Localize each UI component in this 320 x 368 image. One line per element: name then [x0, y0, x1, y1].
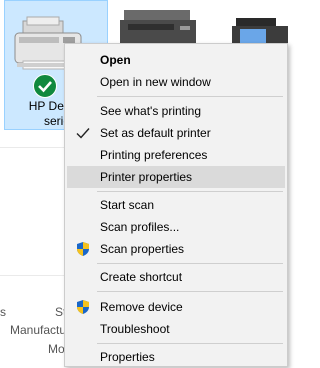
menu-item-set-as-default-printer[interactable]: Set as default printer	[67, 122, 285, 144]
menu-item-label: Properties	[100, 350, 155, 364]
menu-separator	[97, 291, 283, 292]
default-printer-check-icon	[33, 74, 57, 98]
menu-item-label: Scan profiles...	[100, 220, 180, 234]
menu-item-label: Printing preferences	[100, 148, 208, 162]
uac-shield-icon	[77, 242, 89, 256]
menu-separator	[97, 96, 283, 97]
laser-printer-icon[interactable]	[118, 8, 198, 48]
menu-item-start-scan[interactable]: Start scan	[67, 194, 285, 216]
menu-item-label: Open in new window	[100, 75, 211, 89]
menu-item-create-shortcut[interactable]: Create shortcut	[67, 266, 285, 288]
menu-item-label: Troubleshoot	[100, 322, 170, 336]
menu-separator	[97, 191, 283, 192]
menu-item-troubleshoot[interactable]: Troubleshoot	[67, 318, 285, 340]
menu-item-scan-properties[interactable]: Scan properties	[67, 238, 285, 260]
menu-item-properties[interactable]: Properties	[67, 346, 285, 368]
menu-item-label: Scan properties	[100, 242, 185, 256]
menu-separator	[97, 343, 283, 344]
menu-item-remove-device[interactable]: Remove device	[67, 296, 285, 318]
uac-shield-icon	[77, 300, 89, 314]
menu-item-label: Start scan	[100, 198, 155, 212]
menu-item-label: Remove device	[100, 300, 183, 314]
menu-item-printing-preferences[interactable]: Printing preferences	[67, 144, 285, 166]
details-fragment-manufacturer: Manufactu	[10, 323, 67, 337]
menu-item-see-whats-printing[interactable]: See what's printing	[67, 100, 285, 122]
menu-item-label: Printer properties	[100, 170, 193, 184]
menu-item-open[interactable]: Open	[67, 49, 285, 71]
menu-item-label: See what's printing	[100, 104, 202, 118]
menu-item-printer-properties[interactable]: Printer properties	[67, 166, 285, 188]
checkmark-icon	[76, 128, 90, 139]
menu-item-open-in-new-window[interactable]: Open in new window	[67, 71, 285, 93]
menu-item-label: Set as default printer	[100, 126, 211, 140]
menu-separator	[97, 263, 283, 264]
details-fragment-model: Mo	[48, 342, 65, 356]
menu-item-label: Open	[100, 53, 131, 67]
details-fragment-s: s	[0, 305, 6, 319]
menu-item-label: Create shortcut	[100, 270, 183, 284]
menu-item-scan-profiles[interactable]: Scan profiles...	[67, 216, 285, 238]
context-menu: Open Open in new window See what's print…	[64, 43, 288, 367]
